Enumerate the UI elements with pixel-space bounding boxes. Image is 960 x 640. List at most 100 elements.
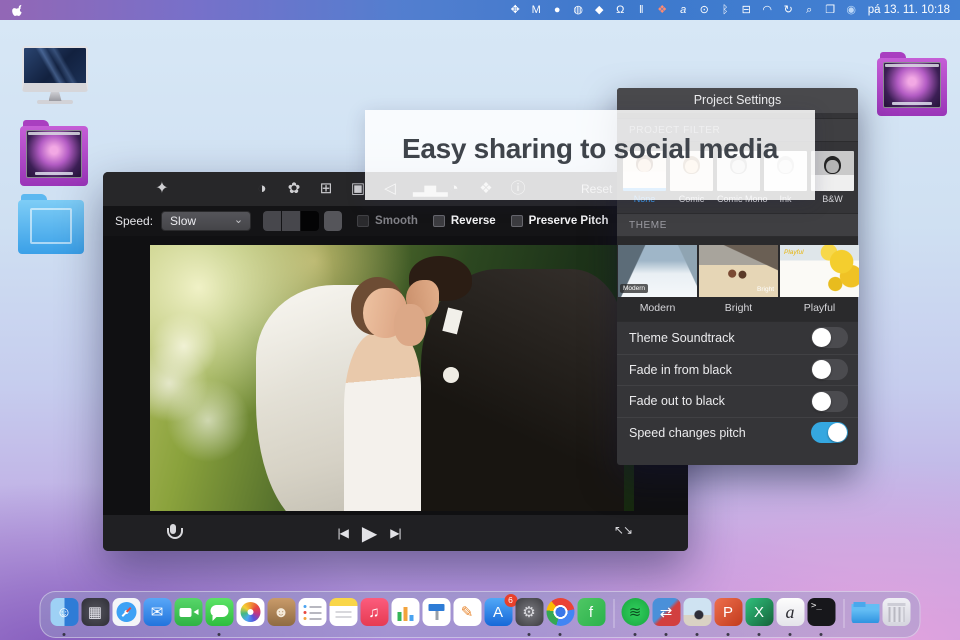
facetime[interactable] [173,595,204,636]
chrome[interactable] [545,595,576,636]
enhance-icon[interactable]: ✦ [153,172,171,206]
speed-50[interactable] [301,211,320,231]
dock-icon[interactable]: ✎ [453,598,481,626]
theme-thumbnail[interactable]: Playful [780,245,859,297]
dock-icon[interactable]: >_ [807,598,835,626]
next-frame-button[interactable]: ▶| [390,526,401,540]
spotlight-icon[interactable]: ⌕ [799,0,820,20]
dock-icon[interactable] [298,598,326,626]
desktop-icon-screenshots-folder-2[interactable] [877,52,947,116]
system-preferences[interactable]: ⚙ [514,595,545,636]
update-icon[interactable]: ↻ [778,0,799,20]
dropbox-icon[interactable]: ✥ [505,0,526,20]
dock-icon[interactable]: ≋ [621,598,649,626]
dock-icon[interactable] [546,598,574,626]
mail[interactable]: ✉ [142,595,173,636]
toggle-switch[interactable] [811,359,848,381]
desktop-icon-blue-folder[interactable] [18,194,84,254]
dock-icon[interactable]: a [776,598,804,626]
dock-icon[interactable] [683,598,711,626]
color-palette-icon[interactable]: ✿ [285,172,303,206]
powerpoint[interactable]: P [713,595,744,636]
desktop-icon-screenshots-folder[interactable] [20,120,88,186]
theme-thumbnail[interactable]: Modern [618,245,697,297]
dock-icon[interactable] [882,598,910,626]
smooth-checkbox[interactable]: Smooth [357,215,418,227]
theme-playful[interactable]: Playful Playful [780,245,859,321]
dock-icon[interactable]: A6 [484,594,517,626]
bars-icon[interactable]: ‖ [631,0,652,20]
trash[interactable] [881,595,912,636]
excel[interactable]: X [744,595,775,636]
crop-icon[interactable]: ⊞ [317,172,335,206]
dock-icon[interactable]: ⚙ [515,598,543,626]
contacts[interactable]: ☻ [266,595,297,636]
safari[interactable] [111,595,142,636]
dock-icon[interactable]: P [714,598,742,626]
speed-preset-dropdown[interactable]: Slow [161,211,252,231]
dock-icon[interactable] [391,598,419,626]
apple-menu-icon[interactable] [12,4,25,17]
checkbox-box[interactable] [357,215,370,227]
theme-modern[interactable]: Modern Modern [618,245,697,321]
battery-icon[interactable]: ⊟ [736,0,757,20]
filter-thumbnail[interactable] [811,151,854,191]
filter-bw[interactable]: B&W [811,151,854,204]
dock-icon[interactable]: ♫ [360,598,388,626]
messages[interactable] [204,595,235,636]
color-balance-icon[interactable]: ◑ [253,172,271,206]
shield-icon[interactable]: ◆ [589,0,610,20]
dock-icon[interactable] [851,598,879,626]
menu-bar-clock[interactable]: pá 13. 11. 10:18 [868,4,950,16]
dock-icon[interactable] [329,598,357,626]
dock-icon[interactable]: ☻ [267,598,295,626]
dock-icon[interactable] [236,598,264,626]
wifi-icon[interactable]: ◠ [757,0,778,20]
flame-icon[interactable]: ❖ [652,0,673,20]
microphone-icon[interactable] [165,524,183,542]
annotate-app[interactable]: a [775,595,806,636]
checkbox-box[interactable] [432,215,445,227]
play-circle-icon[interactable]: ⊙ [694,0,715,20]
theme-thumbnail[interactable]: Bright [699,245,778,297]
speed-25[interactable] [282,211,301,231]
dock-icon[interactable] [205,598,233,626]
disk-icon[interactable]: ◍ [568,0,589,20]
music[interactable]: ♫ [359,595,390,636]
play-button[interactable]: ▶ [362,521,377,546]
fullscreen-icon[interactable]: ↖↘ [614,523,633,537]
launchpad[interactable]: ▦ [80,595,111,636]
siri-icon[interactable]: ◉ [841,0,862,20]
spotify[interactable]: ≋ [620,595,651,636]
terminal[interactable]: >_ [806,595,837,636]
preserve-pitch-checkbox[interactable]: Preserve Pitch [510,215,609,227]
pages[interactable]: ✎ [452,595,483,636]
sphere-icon[interactable]: ● [547,0,568,20]
bell-icon[interactable]: Ω [610,0,631,20]
dock-icon[interactable]: X [745,598,773,626]
dock-icon[interactable]: ▦ [81,598,109,626]
fast-user-icon[interactable]: ❐ [820,0,841,20]
dock-icon[interactable] [174,598,202,626]
toggle-switch[interactable] [811,422,848,444]
numbers[interactable] [390,595,421,636]
annotate-icon[interactable]: a [673,0,694,20]
speed-10[interactable] [263,211,282,231]
dock-icon[interactable]: ☺ [50,598,78,626]
theme-bright[interactable]: Bright Bright [699,245,778,321]
screenshot-app[interactable] [682,595,713,636]
desktop-icon-imac[interactable] [22,46,88,104]
photos[interactable] [235,595,266,636]
keynote[interactable] [421,595,452,636]
toggle-switch[interactable] [811,327,848,349]
reverse-checkbox[interactable]: Reverse [432,215,496,227]
dock-icon[interactable]: ⇄ [652,598,680,626]
previous-frame-button[interactable]: |◀ [338,526,349,540]
dock-icon[interactable] [112,598,140,626]
app-store[interactable]: A6 [483,594,517,636]
feedly[interactable]: f [576,595,607,636]
downloads-folder[interactable] [850,595,881,636]
notes[interactable] [328,595,359,636]
checkbox-box[interactable] [510,215,523,227]
video-preview[interactable] [150,245,634,511]
